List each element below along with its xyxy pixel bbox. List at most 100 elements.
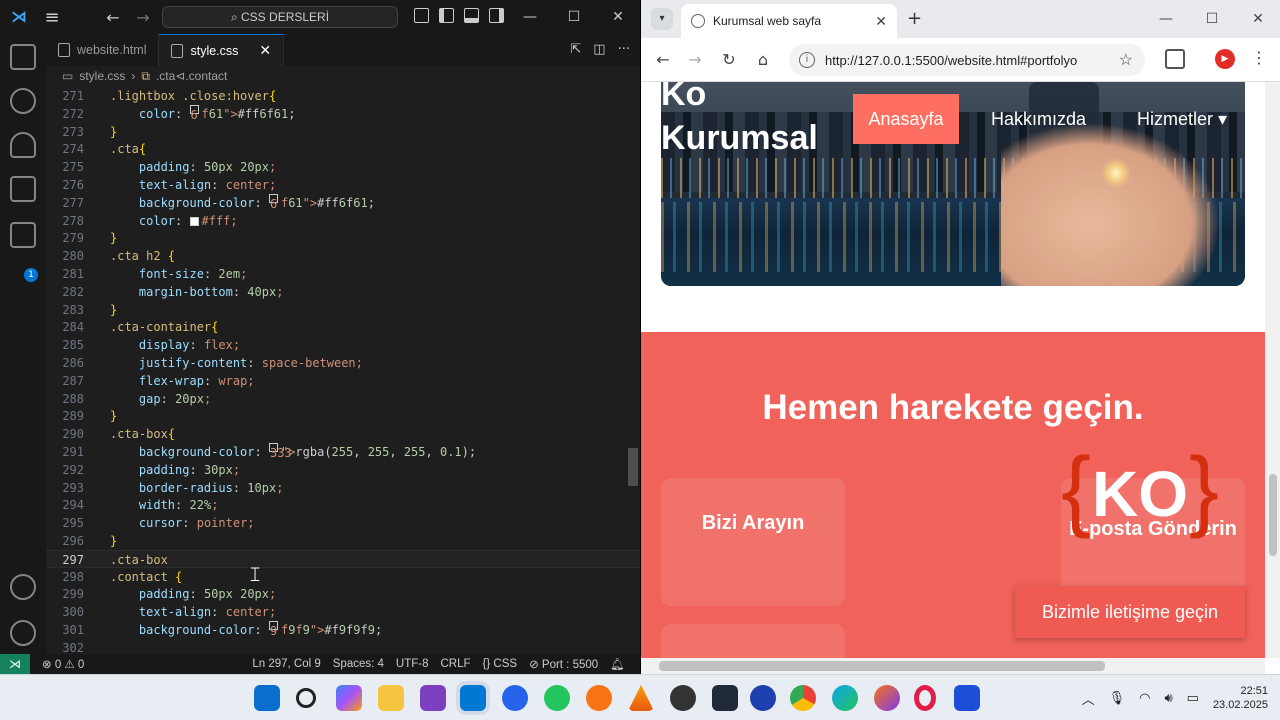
chatgpt-icon[interactable] xyxy=(544,685,570,711)
code-line[interactable]: 285 display: flex; xyxy=(46,336,640,354)
code-line[interactable]: 274 .cta{ xyxy=(46,140,640,158)
app-icon[interactable] xyxy=(502,685,528,711)
maximize-icon[interactable]: ☐ xyxy=(1189,0,1235,38)
browser-tab[interactable]: Kurumsal web sayfa ✕ xyxy=(681,4,897,38)
cta-box-call[interactable]: Bizi Arayın xyxy=(661,478,845,606)
nav-hizmetler[interactable]: Hizmetler ▾ xyxy=(1137,94,1227,144)
code-line[interactable]: 288 gap: 20px; xyxy=(46,390,640,408)
code-line[interactable]: 301 background-color: 9 f9f9">#f9f9f9; xyxy=(46,621,640,639)
code-line[interactable]: 295 cursor: pointer; xyxy=(46,514,640,532)
cta-box[interactable] xyxy=(661,624,845,658)
youtube-extension-icon[interactable]: ▶ xyxy=(1215,49,1235,69)
code-line[interactable]: 282 margin-bottom: 40px; xyxy=(46,283,640,301)
code-editor[interactable]: 271 .lightbox .close:hover{272 color: 6 f6… xyxy=(46,86,640,654)
close-icon[interactable]: ✕ xyxy=(1235,0,1280,38)
address-bar[interactable]: i http://127.0.0.1:5500/website.html#por… xyxy=(789,44,1145,76)
microphone-icon[interactable]: 🎙︎ xyxy=(1109,690,1126,706)
page-vertical-scrollbar[interactable] xyxy=(1265,82,1280,658)
editor-scrollbar[interactable] xyxy=(628,448,638,486)
horizontal-scroll-thumb[interactable] xyxy=(659,661,1105,671)
bookmark-star-icon[interactable]: ☆ xyxy=(1119,50,1133,70)
eol-status[interactable]: CRLF xyxy=(441,658,471,670)
close-tab-icon[interactable]: ✕ xyxy=(259,42,271,59)
firefox-icon[interactable] xyxy=(874,685,900,711)
code-line[interactable]: 300 text-align: center; xyxy=(46,603,640,621)
code-line[interactable]: 287 flex-wrap: wrap; xyxy=(46,372,640,390)
vlc-icon[interactable] xyxy=(628,685,654,711)
run-debug-icon[interactable] xyxy=(10,176,36,202)
visual-studio-icon[interactable] xyxy=(420,685,446,711)
clock[interactable]: 22:51 23.02.2025 xyxy=(1213,684,1268,712)
code-line[interactable]: 276 text-align: center; xyxy=(46,176,640,194)
start-icon[interactable] xyxy=(254,685,280,711)
encoding-status[interactable]: UTF-8 xyxy=(396,658,429,670)
chrome-icon[interactable] xyxy=(790,685,816,711)
menu-icon[interactable]: ≡ xyxy=(41,7,63,28)
forward-arrow-icon[interactable]: → xyxy=(685,50,705,69)
code-line[interactable]: 279} xyxy=(46,229,640,247)
code-line[interactable]: 273} xyxy=(46,123,640,141)
split-editor-icon[interactable]: ◫ xyxy=(593,42,605,57)
code-line[interactable]: 298 .contact { xyxy=(46,568,640,586)
battery-icon[interactable]: ▭ xyxy=(1187,690,1199,706)
open-preview-icon[interactable]: ⇱ xyxy=(570,42,581,57)
tab-style-css[interactable]: style.css ✕ xyxy=(159,34,285,66)
contact-button[interactable]: Bizimle iletişime geçin xyxy=(1015,586,1245,638)
obs-icon[interactable] xyxy=(670,685,696,711)
more-menu-icon[interactable]: ⋮ xyxy=(1251,48,1267,67)
wifi-icon[interactable]: ◠ xyxy=(1139,690,1150,706)
toggle-primary-sidebar-icon[interactable] xyxy=(439,8,454,23)
extensions-icon[interactable] xyxy=(1165,49,1185,69)
toggle-secondary-sidebar-icon[interactable] xyxy=(489,8,504,23)
code-line[interactable]: 296} xyxy=(46,532,640,550)
reload-icon[interactable]: ↻ xyxy=(719,50,739,69)
code-line[interactable]: 281 font-size: 2em; xyxy=(46,265,640,283)
code-line[interactable]: 289} xyxy=(46,407,640,425)
code-line[interactable]: 302 xyxy=(46,639,640,654)
code-line[interactable]: 294 width: 22%; xyxy=(46,496,640,514)
gear-icon[interactable] xyxy=(10,620,36,646)
more-actions-icon[interactable]: ··· xyxy=(618,42,630,57)
tab-search-icon[interactable]: ▾ xyxy=(651,8,673,30)
code-line[interactable]: 283} xyxy=(46,301,640,319)
site-info-icon[interactable]: i xyxy=(799,52,815,68)
explorer-icon[interactable] xyxy=(10,44,36,70)
new-tab-icon[interactable]: + xyxy=(907,8,922,29)
code-line[interactable]: 297 .cta-box xyxy=(46,549,640,568)
close-icon[interactable]: ✕ xyxy=(596,0,640,34)
edge-icon[interactable] xyxy=(832,685,858,711)
teamviewer-icon[interactable] xyxy=(954,685,980,711)
nav-anasayfa[interactable]: Anasayfa xyxy=(853,94,959,144)
breadcrumb-symbol[interactable]: .cta⊲.contact xyxy=(156,69,227,83)
maximize-icon[interactable]: ☐ xyxy=(552,0,596,34)
search-view-icon[interactable] xyxy=(10,88,36,114)
cursor-position[interactable]: Ln 297, Col 9 xyxy=(252,658,320,670)
live-server-port[interactable]: ⊘ Port : 5500 xyxy=(529,657,598,671)
volume-icon[interactable]: 🔊︎ xyxy=(1164,690,1172,706)
tab-website-html[interactable]: website.html xyxy=(46,34,160,66)
minimize-icon[interactable]: — xyxy=(1143,0,1189,38)
toggle-panel-icon[interactable] xyxy=(464,8,479,23)
back-arrow-icon[interactable]: ← xyxy=(653,50,673,69)
file-explorer-icon[interactable] xyxy=(378,685,404,711)
source-control-icon[interactable] xyxy=(10,132,36,158)
opera-icon[interactable] xyxy=(914,685,936,711)
forward-arrow-icon[interactable]: → xyxy=(131,8,155,27)
code-line[interactable]: 293 border-radius: 10px; xyxy=(46,479,640,497)
code-line[interactable]: 292 padding: 30px; xyxy=(46,461,640,479)
site-logo[interactable]: Ko Kurumsal xyxy=(661,82,818,160)
language-mode[interactable]: {} CSS xyxy=(483,658,518,670)
back-arrow-icon[interactable]: ← xyxy=(101,8,125,27)
indentation-status[interactable]: Spaces: 4 xyxy=(333,658,384,670)
code-line[interactable]: 275 padding: 50px 20px; xyxy=(46,158,640,176)
copilot-icon[interactable] xyxy=(336,685,362,711)
code-line[interactable]: 299 padding: 50px 20px; xyxy=(46,585,640,603)
davinci-resolve-icon[interactable] xyxy=(712,685,738,711)
vertical-scroll-thumb[interactable] xyxy=(1269,474,1277,556)
code-line[interactable]: 291 background-color: 333">rgba(255, 255… xyxy=(46,443,640,461)
minimize-icon[interactable]: — xyxy=(508,0,552,34)
extensions-icon[interactable] xyxy=(10,222,36,248)
app-icon[interactable] xyxy=(586,685,612,711)
notifications-icon[interactable]: 🔔︎ xyxy=(610,657,625,671)
code-line[interactable]: 278 color: #fff; xyxy=(46,212,640,230)
